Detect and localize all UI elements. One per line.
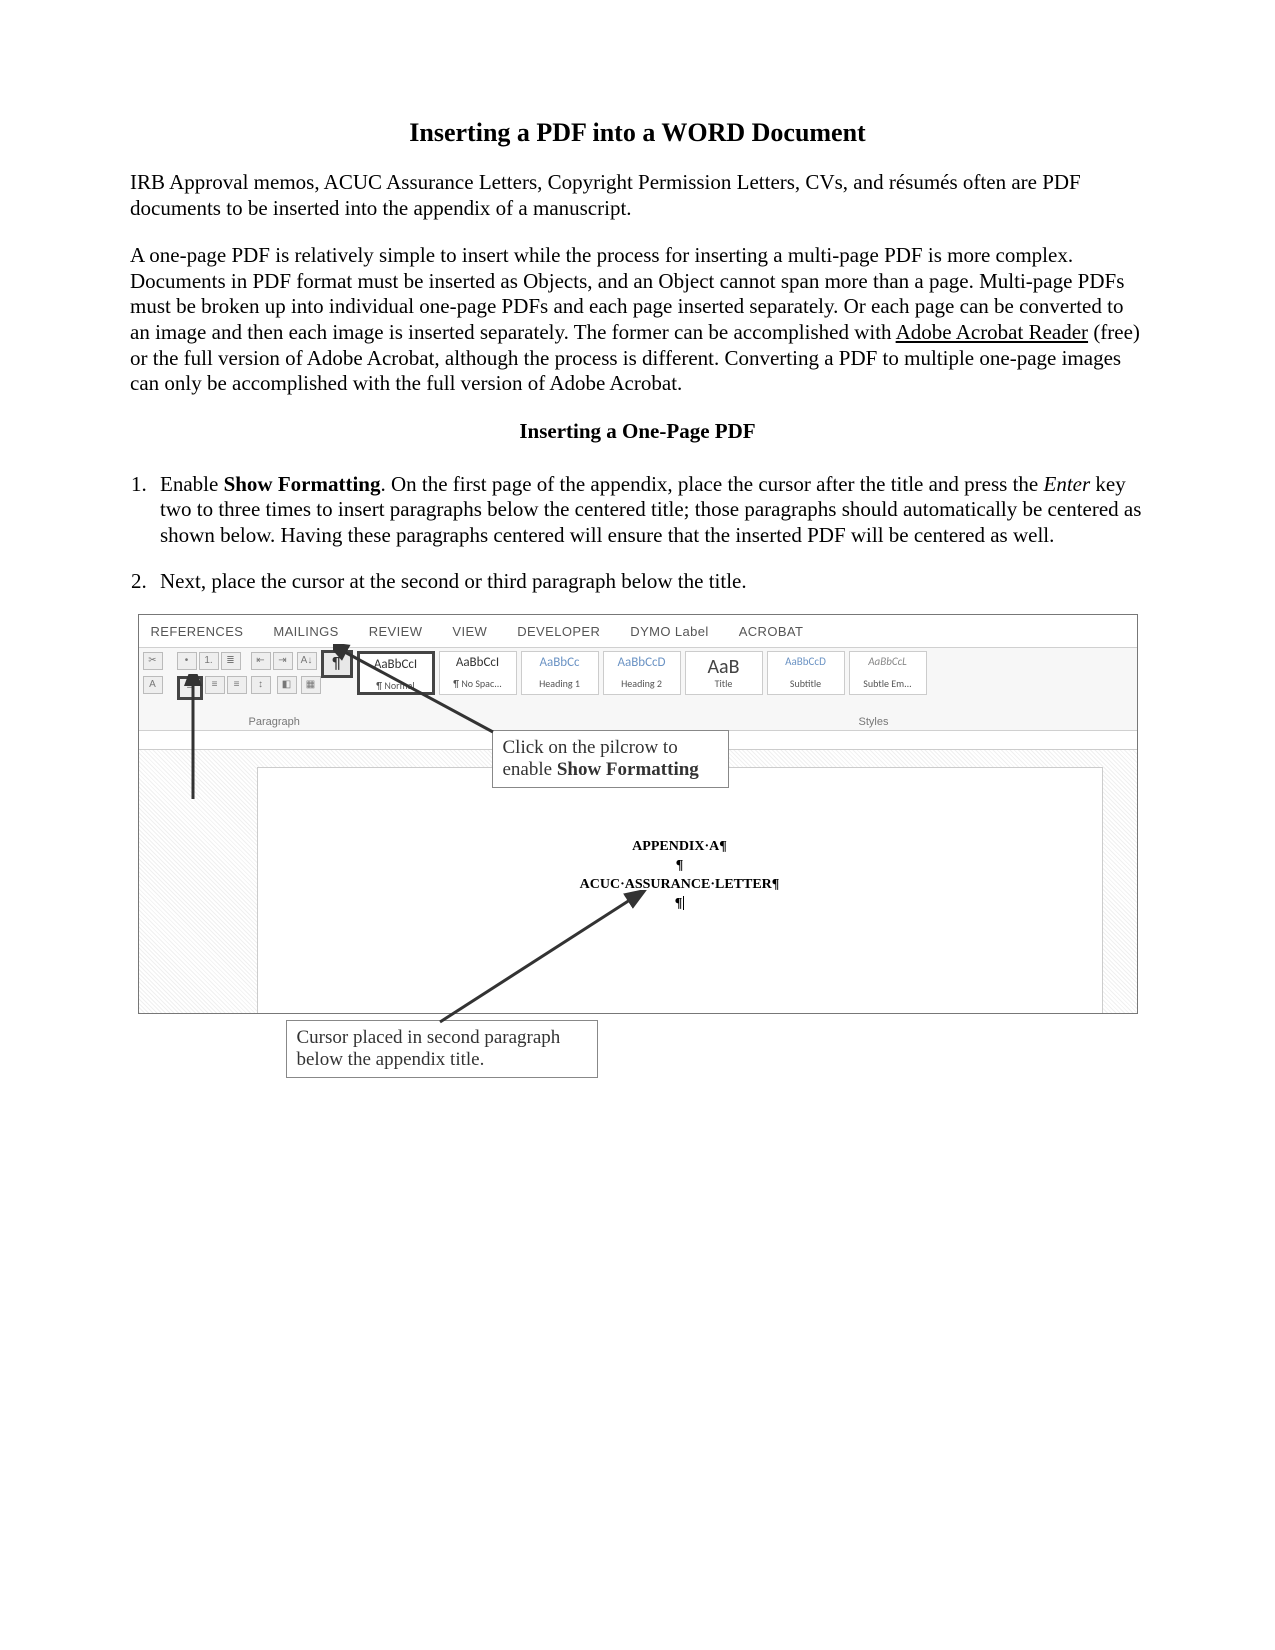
sort-icon[interactable]: A↓ — [297, 652, 317, 670]
tab-view[interactable]: VIEW — [452, 624, 487, 639]
style-sub-sample: AaBbCcD — [768, 652, 844, 677]
style-nospac-sample: AaBbCcI — [440, 652, 516, 677]
paragraph-group-label: Paragraph — [249, 716, 300, 728]
callout1-b: Show Formatting — [557, 759, 699, 780]
style-normal-label: ¶ Normal — [360, 679, 432, 692]
style-normal-sample: AaBbCcI — [360, 654, 432, 679]
ribbon: ✂ A • 1. ≣ ⇤ ⇥ A↓ ≡ ≡ ≡ ↕ ◧ ▦ ¶ Paragrap… — [139, 648, 1137, 731]
section-subhead: Inserting a One-Page PDF — [130, 419, 1145, 444]
intro-paragraph-1: IRB Approval memos, ACUC Assurance Lette… — [130, 170, 1145, 221]
intro-paragraph-2: A one-page PDF is relatively simple to i… — [130, 243, 1145, 397]
tab-developer[interactable]: DEVELOPER — [517, 624, 600, 639]
style-title-sample: AaB — [686, 652, 762, 677]
document-page[interactable]: APPENDIX·A¶ ¶ ACUC·ASSURANCE·LETTER¶ ¶ — [257, 767, 1103, 1014]
numbering-icon[interactable]: 1. — [199, 652, 219, 670]
step1-a: Enable — [160, 472, 224, 496]
ribbon-tabs: REFERENCES MAILINGS REVIEW VIEW DEVELOPE… — [139, 615, 1137, 648]
bullets-icon[interactable]: • — [177, 652, 197, 670]
text-cursor — [683, 896, 684, 910]
doc-line-3: ACUC·ASSURANCE·LETTER¶ — [258, 876, 1102, 895]
tab-mailings[interactable]: MAILINGS — [273, 624, 338, 639]
page-title: Inserting a PDF into a WORD Document — [130, 118, 1145, 148]
instruction-list: Enable Show Formatting. On the first pag… — [130, 472, 1145, 594]
styles-group-label: Styles — [859, 716, 889, 728]
align-right-icon[interactable]: ≡ — [227, 676, 247, 694]
step1-c: . On the first page of the appendix, pla… — [380, 472, 1043, 496]
style-h2-label: Heading 2 — [604, 677, 680, 690]
style-h1-label: Heading 1 — [522, 677, 598, 690]
callout-pilcrow: Click on the pilcrow to enable Show Form… — [492, 730, 729, 788]
doc-line-2: ¶ — [258, 857, 1102, 876]
step1-d-italic: Enter — [1044, 472, 1091, 496]
style-h1-sample: AaBbCc — [522, 652, 598, 677]
style-h2-sample: AaBbCcD — [604, 652, 680, 677]
style-em-sample: AaBbCcL — [850, 652, 926, 677]
tab-acrobat[interactable]: ACROBAT — [739, 624, 804, 639]
step-1: Enable Show Formatting. On the first pag… — [152, 472, 1145, 549]
callout-cursor: Cursor placed in second paragraph below … — [286, 1020, 598, 1078]
shading-icon[interactable]: ◧ — [277, 676, 297, 694]
word-screenshot-figure: REFERENCES MAILINGS REVIEW VIEW DEVELOPE… — [138, 614, 1138, 1094]
style-nospac-label: ¶ No Spac... — [440, 677, 516, 690]
step-2: Next, place the cursor at the second or … — [152, 569, 1145, 595]
style-normal[interactable]: AaBbCcI ¶ Normal — [357, 651, 435, 695]
font-color-icon[interactable]: A — [143, 676, 163, 694]
increase-indent-icon[interactable]: ⇥ — [273, 652, 293, 670]
style-heading1[interactable]: AaBbCc Heading 1 — [521, 651, 599, 695]
doc-line-4: ¶ — [258, 895, 1102, 914]
tab-references[interactable]: REFERENCES — [151, 624, 244, 639]
document-content: APPENDIX·A¶ ¶ ACUC·ASSURANCE·LETTER¶ ¶ — [258, 838, 1102, 914]
pilcrow-button[interactable]: ¶ — [321, 650, 353, 678]
multilevel-list-icon[interactable]: ≣ — [221, 652, 241, 670]
step1-b-bold: Show Formatting — [224, 472, 381, 496]
style-em-label: Subtle Em... — [850, 677, 926, 690]
align-center-icon[interactable]: ≡ — [205, 676, 225, 694]
style-no-spacing[interactable]: AaBbCcI ¶ No Spac... — [439, 651, 517, 695]
borders-icon[interactable]: ▦ — [301, 676, 321, 694]
style-subtle-emphasis[interactable]: AaBbCcL Subtle Em... — [849, 651, 927, 695]
word-window: REFERENCES MAILINGS REVIEW VIEW DEVELOPE… — [138, 614, 1138, 1014]
decrease-indent-icon[interactable]: ⇤ — [251, 652, 271, 670]
align-left-icon[interactable]: ≡ — [177, 676, 203, 700]
style-sub-label: Subtitle — [768, 677, 844, 690]
tab-review[interactable]: REVIEW — [369, 624, 423, 639]
style-title-label: Title — [686, 677, 762, 690]
style-title[interactable]: AaB Title — [685, 651, 763, 695]
style-heading2[interactable]: AaBbCcD Heading 2 — [603, 651, 681, 695]
format-painter-icon[interactable]: ✂ — [143, 652, 163, 670]
line-spacing-icon[interactable]: ↕ — [251, 676, 271, 694]
adobe-reader-link[interactable]: Adobe Acrobat Reader — [896, 320, 1088, 344]
style-subtitle[interactable]: AaBbCcD Subtitle — [767, 651, 845, 695]
tab-dymo[interactable]: DYMO Label — [630, 624, 708, 639]
doc-line-1: APPENDIX·A¶ — [258, 838, 1102, 857]
